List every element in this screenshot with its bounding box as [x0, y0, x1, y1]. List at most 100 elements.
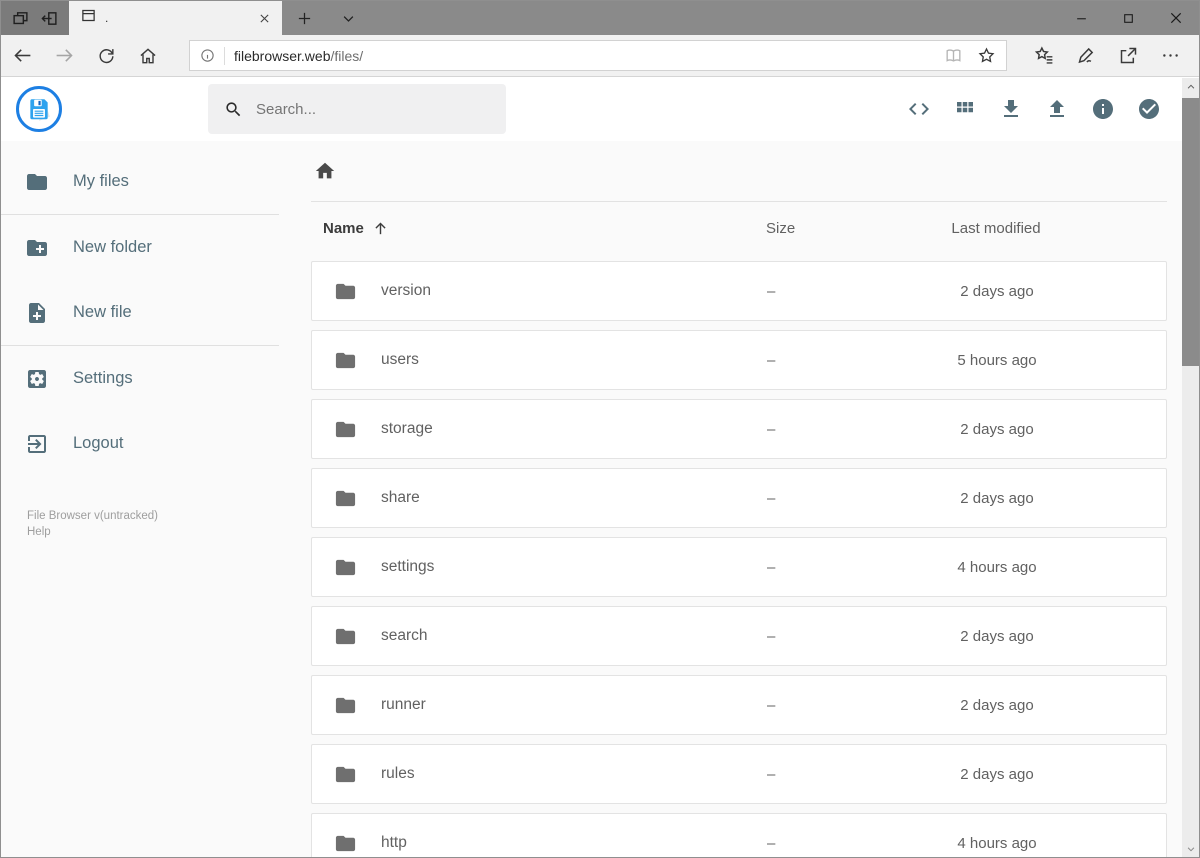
folder-icon — [335, 490, 356, 506]
file-size: – — [767, 558, 776, 576]
reading-view-icon[interactable] — [944, 46, 963, 65]
sort-by-name-header[interactable]: Name — [323, 220, 389, 237]
filebrowser-logo[interactable] — [16, 86, 62, 132]
folder-icon — [335, 352, 356, 368]
tab-list-chevron-icon[interactable] — [326, 1, 370, 35]
sidebar-item-settings[interactable]: Settings — [1, 346, 279, 411]
sidebar-item-label: My files — [73, 172, 129, 190]
more-options-icon[interactable] — [1149, 35, 1191, 77]
maximize-button[interactable] — [1105, 1, 1152, 35]
file-modified: 2 days ago — [960, 420, 1034, 438]
url-text[interactable]: filebrowser.web/files/ — [234, 48, 930, 64]
tab-preview-icon[interactable] — [12, 10, 29, 27]
share-icon[interactable] — [1107, 35, 1149, 77]
folder-icon — [27, 173, 47, 190]
folder-icon — [335, 559, 356, 575]
file-size: – — [767, 420, 776, 438]
sidebar-item-logout[interactable]: Logout — [1, 411, 279, 476]
search-input[interactable] — [256, 100, 490, 118]
scrollbar-thumb[interactable] — [1182, 98, 1199, 366]
new-tab-button[interactable] — [282, 1, 326, 35]
app-header — [1, 77, 1199, 141]
shell-toggle-icon[interactable] — [907, 97, 931, 121]
tab-title: . — [105, 11, 109, 25]
sidebar-item-label: Logout — [73, 434, 124, 452]
file-row[interactable]: settings – 4 hours ago — [311, 537, 1167, 597]
file-size: – — [767, 489, 776, 507]
file-modified: 2 days ago — [960, 765, 1034, 783]
sort-by-modified-header[interactable]: Last modified — [881, 220, 1111, 237]
breadcrumb — [311, 141, 1167, 201]
sidebar-item-my-files[interactable]: My files — [1, 149, 279, 214]
favorite-star-icon[interactable] — [977, 46, 996, 65]
file-modified: 2 days ago — [960, 627, 1034, 645]
url-domain: filebrowser.web — [234, 47, 331, 64]
folder-icon — [335, 628, 356, 644]
file-row[interactable]: http – 4 hours ago — [311, 813, 1167, 857]
back-button[interactable] — [1, 35, 43, 77]
close-window-button[interactable] — [1152, 1, 1199, 35]
page-scrollbar[interactable] — [1182, 78, 1199, 857]
scroll-down-icon[interactable] — [1182, 840, 1199, 857]
page-icon — [81, 8, 96, 28]
listing-header: Name Size Last modified — [311, 202, 1167, 254]
file-row[interactable]: search – 2 days ago — [311, 606, 1167, 666]
web-notes-pen-icon[interactable] — [1065, 35, 1107, 77]
file-name: version — [381, 282, 431, 299]
minimize-button[interactable] — [1058, 1, 1105, 35]
titlebar-spacer — [370, 1, 1058, 35]
file-size: – — [767, 351, 776, 369]
tab-actions-group — [1, 1, 69, 35]
browser-tab[interactable]: . — [69, 1, 282, 35]
sort-ascending-icon — [375, 222, 386, 234]
file-name: rules — [381, 765, 415, 782]
file-row[interactable]: rules – 2 days ago — [311, 744, 1167, 804]
app-body: My files New folder New file Settings Lo… — [1, 141, 1199, 857]
sidebar: My files New folder New file Settings Lo… — [1, 141, 279, 857]
file-name: runner — [381, 696, 426, 713]
logout-icon — [28, 434, 46, 453]
home-button[interactable] — [127, 35, 169, 77]
file-name: http — [381, 834, 407, 851]
refresh-button[interactable] — [85, 35, 127, 77]
folder-icon — [335, 283, 356, 299]
address-bar[interactable]: filebrowser.web/files/ — [189, 40, 1007, 71]
folder-icon — [335, 835, 356, 851]
download-icon[interactable] — [999, 97, 1023, 121]
file-size: – — [767, 834, 776, 852]
settings-icon — [28, 369, 46, 388]
scroll-up-icon[interactable] — [1182, 78, 1199, 95]
navbar-right-actions — [1023, 35, 1191, 77]
upload-icon[interactable] — [1045, 97, 1069, 121]
sort-by-size-header[interactable]: Size — [766, 220, 795, 237]
tab-close-icon[interactable] — [259, 13, 270, 24]
site-info-icon[interactable] — [200, 48, 215, 63]
sidebar-item-new-folder[interactable]: New folder — [1, 215, 279, 280]
browser-window: . filebrowser.web/files/ Search... My fi… — [0, 0, 1200, 858]
search-box[interactable] — [208, 84, 506, 134]
app-version-text: File Browser v(untracked) — [27, 510, 159, 522]
file-listing: Name Size Last modified version – 2 days… — [279, 141, 1182, 857]
file-row[interactable]: storage – 2 days ago — [311, 399, 1167, 459]
grid-view-icon[interactable] — [953, 97, 977, 121]
file-row[interactable]: users – 5 hours ago — [311, 330, 1167, 390]
folder-icon — [335, 766, 356, 782]
url-path: /files/ — [330, 47, 364, 64]
breadcrumb-home-icon[interactable] — [314, 160, 336, 182]
addressbar-divider — [224, 46, 225, 65]
file-modified: 2 days ago — [960, 282, 1034, 300]
info-icon[interactable] — [1091, 97, 1115, 121]
file-rows: version – 2 days ago users – 5 hours ago — [311, 261, 1167, 857]
file-size: – — [767, 627, 776, 645]
file-size: – — [767, 282, 776, 300]
forward-button[interactable] — [43, 35, 85, 77]
hub-favorites-icon[interactable] — [1023, 35, 1065, 77]
sidebar-item-new-file[interactable]: New file — [1, 280, 279, 345]
help-link[interactable]: Help — [27, 524, 279, 540]
file-row[interactable]: version – 2 days ago — [311, 261, 1167, 321]
file-row[interactable]: share – 2 days ago — [311, 468, 1167, 528]
file-row[interactable]: runner – 2 days ago — [311, 675, 1167, 735]
set-tabs-aside-icon[interactable] — [41, 10, 58, 27]
select-check-icon[interactable] — [1137, 97, 1161, 121]
folder-icon — [335, 697, 356, 713]
